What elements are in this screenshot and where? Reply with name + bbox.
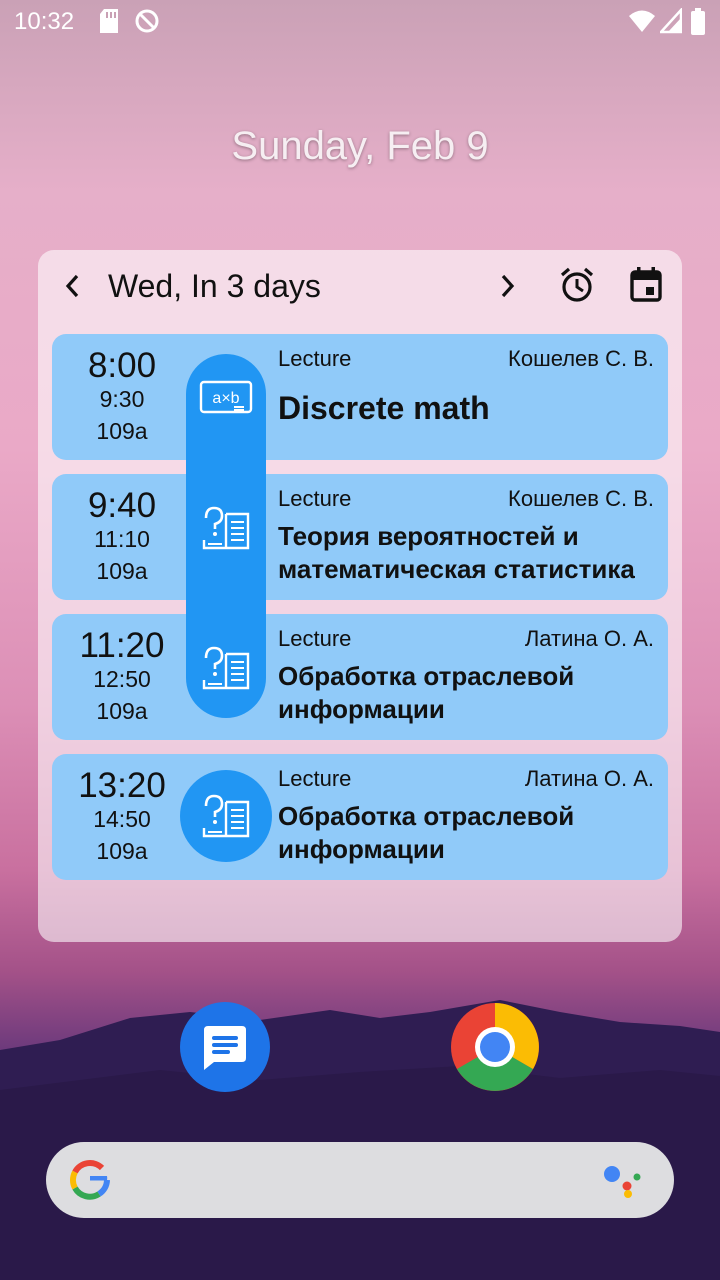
chrome-icon [451, 1003, 539, 1091]
lesson-icon-circle [180, 770, 272, 862]
alarm-icon[interactable] [558, 266, 596, 304]
lesson-start-time: 11:20 [79, 626, 165, 665]
lesson-teacher: Кошелев С. В. [508, 486, 654, 511]
lesson-type: Lecture [278, 766, 352, 791]
lesson-title: Обработка отраслевой информации [278, 801, 575, 864]
lesson-title: Теория вероятностей и математическая ста… [278, 521, 635, 584]
assistant-icon[interactable] [602, 1160, 646, 1200]
schedule-widget: Wed, In 3 days 8:00 9:30 109a Lecture Ко… [38, 250, 682, 942]
battery-icon [691, 8, 705, 35]
lesson-card[interactable]: 9:40 11:10 109a Lecture Кошелев С. В. Те… [52, 474, 668, 600]
lesson-type: Lecture [278, 626, 352, 651]
svg-text:a×b: a×b [212, 390, 239, 407]
google-logo-icon [70, 1160, 110, 1200]
wifi-icon [629, 10, 655, 32]
no-sync-icon [135, 9, 159, 33]
connected-lessons-pill: a×b [186, 354, 266, 718]
widget-day-title[interactable]: Wed, In 3 days [108, 268, 321, 305]
google-search-bar[interactable] [46, 1142, 674, 1218]
lesson-end-time: 14:50 [93, 806, 151, 832]
status-bar: 10:32 [0, 0, 720, 44]
status-time: 10:32 [14, 8, 75, 35]
lesson-end-time: 12:50 [93, 666, 151, 692]
signal-icon [660, 8, 682, 34]
lesson-teacher: Кошелев С. В. [508, 346, 654, 371]
lesson-start-time: 8:00 [87, 346, 157, 385]
messages-icon [204, 1026, 246, 1070]
lesson-title: Discrete math [278, 390, 490, 426]
lesson-teacher: Латина О. А. [524, 766, 654, 791]
chevron-left-icon[interactable] [60, 272, 86, 300]
question-book-icon [202, 646, 250, 690]
lesson-end-time: 11:10 [94, 526, 150, 552]
lesson-room: 109a [96, 418, 148, 444]
calendar-icon[interactable] [628, 266, 664, 304]
lesson-type: Lecture [278, 486, 352, 511]
chrome-app[interactable] [450, 1002, 540, 1092]
lesson-start-time: 9:40 [87, 486, 157, 525]
lesson-card[interactable]: 8:00 9:30 109a Lecture Кошелев С. В. Dis… [52, 334, 668, 460]
lesson-card[interactable]: 11:20 12:50 109a Lecture Латина О. А. Об… [52, 614, 668, 740]
lesson-room: 109a [96, 558, 148, 584]
sd-card-icon [100, 9, 118, 33]
lesson-type: Lecture [278, 346, 352, 371]
math-formula-icon: a×b [199, 380, 253, 414]
lesson-teacher: Латина О. А. [524, 626, 654, 651]
lesson-start-time: 13:20 [78, 766, 166, 805]
lesson-room: 109a [96, 698, 148, 724]
question-book-icon [202, 506, 250, 550]
question-book-icon [202, 794, 250, 838]
lesson-room: 109a [96, 838, 148, 864]
lesson-title: Обработка отраслевой информации [278, 661, 575, 724]
messages-app[interactable] [180, 1002, 270, 1092]
lesson-end-time: 9:30 [99, 386, 145, 412]
chevron-right-icon[interactable] [494, 272, 520, 300]
lesson-card[interactable]: 13:20 14:50 109a Lecture Латина О. А. Об… [52, 754, 668, 880]
home-date[interactable]: Sunday, Feb 9 [0, 124, 720, 169]
